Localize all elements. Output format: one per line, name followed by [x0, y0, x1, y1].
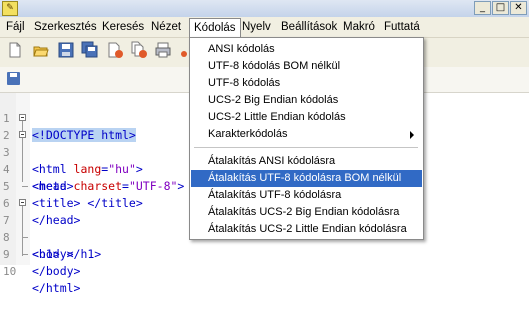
menu-view[interactable]: Nézet: [147, 19, 185, 35]
menu-item-utf8[interactable]: UTF-8 kódolás: [191, 75, 422, 92]
window-controls: _ □ ✕: [474, 1, 527, 15]
print-icon[interactable]: [154, 41, 172, 59]
menu-edit[interactable]: Szerkesztés: [30, 19, 101, 35]
menu-item-convert-ansi[interactable]: Átalakítás ANSI kódolásra: [191, 153, 422, 170]
menu-item-convert-ucs2-be[interactable]: Átalakítás UCS-2 Big Endian kódolásra: [191, 204, 422, 221]
menu-run[interactable]: Futtatá: [380, 19, 424, 35]
menu-item-character-sets[interactable]: Karakterkódolás: [191, 126, 422, 143]
code-text: </body>: [32, 264, 81, 278]
menu-item-label: Karakterkódolás: [208, 128, 288, 140]
cut-icon[interactable]: [180, 41, 188, 59]
maximize-button[interactable]: □: [492, 1, 509, 15]
close-button[interactable]: ✕: [510, 1, 527, 15]
code-line: 10 </html>: [0, 246, 529, 295]
menu-item-ucs2-be[interactable]: UCS-2 Big Endian kódolás: [191, 92, 422, 109]
menu-file[interactable]: Fájl: [2, 19, 29, 35]
app-icon: ✎: [2, 1, 18, 16]
new-file-icon[interactable]: [6, 41, 24, 59]
menu-item-ucs2-le[interactable]: UCS-2 Little Endian kódolás: [191, 109, 422, 126]
fold-toggle-icon[interactable]: [19, 199, 26, 206]
menu-search[interactable]: Keresés: [98, 19, 148, 35]
document-save-icon[interactable]: [7, 72, 20, 85]
menu-settings[interactable]: Beállítások: [277, 19, 341, 35]
menu-language[interactable]: Nyelv: [238, 19, 275, 35]
encoding-menu: ANSI kódolás UTF-8 kódolás BOM nélkül UT…: [189, 37, 424, 240]
menu-item-convert-utf8[interactable]: Átalakítás UTF-8 kódolásra: [191, 187, 422, 204]
save-all-icon[interactable]: [81, 41, 99, 59]
menu-bar: Fájl Szerkesztés Keresés Nézet Kódolás N…: [0, 17, 529, 38]
fold-toggle-icon[interactable]: [19, 114, 26, 121]
menu-item-utf8-no-bom[interactable]: UTF-8 kódolás BOM nélkül: [191, 58, 422, 75]
menu-separator: [194, 147, 418, 148]
title-bar: ✎ _ □ ✕: [0, 0, 529, 17]
minimize-button[interactable]: _: [474, 1, 491, 15]
menu-item-convert-utf8-no-bom[interactable]: Átalakítás UTF-8 kódolásra BOM nélkül: [191, 170, 422, 187]
menu-macro[interactable]: Makró: [339, 19, 379, 35]
close-all-icon[interactable]: [130, 41, 148, 59]
code-text: </html>: [32, 281, 81, 295]
line-number: 10: [3, 265, 17, 278]
close-file-icon[interactable]: [106, 41, 124, 59]
open-folder-icon[interactable]: [32, 41, 50, 59]
menu-item-convert-ucs2-le[interactable]: Átalakítás UCS-2 Little Endian kódolásra: [191, 221, 422, 238]
menu-item-ansi[interactable]: ANSI kódolás: [191, 41, 422, 58]
menu-encoding[interactable]: Kódolás: [189, 18, 241, 38]
submenu-arrow-icon: [410, 131, 414, 139]
save-icon[interactable]: [57, 41, 75, 59]
fold-toggle-icon[interactable]: [19, 131, 26, 138]
